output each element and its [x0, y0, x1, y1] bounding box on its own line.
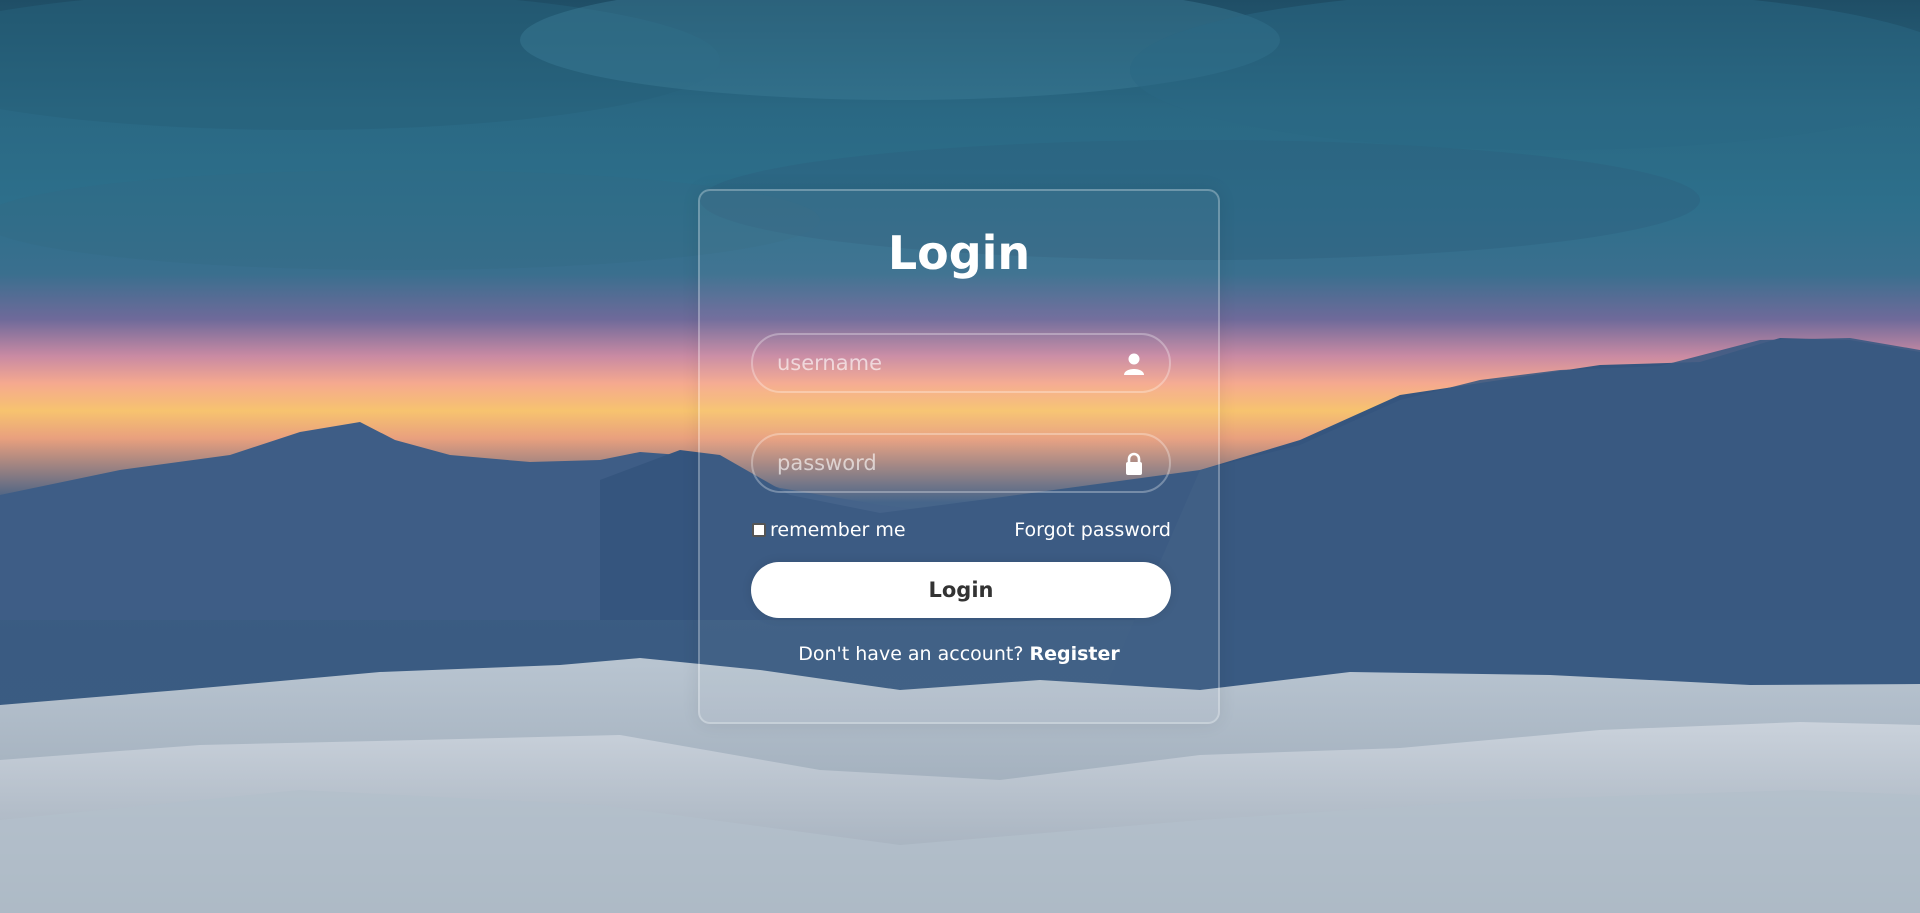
password-input[interactable] — [753, 435, 1169, 491]
username-field[interactable] — [751, 333, 1171, 393]
lock-icon — [1126, 452, 1142, 475]
login-button[interactable]: Login — [751, 562, 1171, 618]
login-card: Login remember me Forgot password Login … — [698, 189, 1220, 724]
options-row: remember me Forgot password — [751, 519, 1171, 545]
user-icon — [1124, 353, 1144, 375]
remember-me[interactable]: remember me — [751, 519, 906, 541]
login-title: Login — [887, 226, 1031, 280]
register-row: Don't have an account? Register — [700, 643, 1218, 665]
register-prompt: Don't have an account? — [798, 643, 1030, 665]
remember-label: remember me — [770, 519, 906, 541]
remember-checkbox[interactable] — [752, 523, 766, 537]
register-link[interactable]: Register — [1029, 643, 1119, 665]
username-input[interactable] — [753, 335, 1169, 391]
password-field[interactable] — [751, 433, 1171, 493]
forgot-password-link[interactable]: Forgot password — [1014, 519, 1171, 541]
